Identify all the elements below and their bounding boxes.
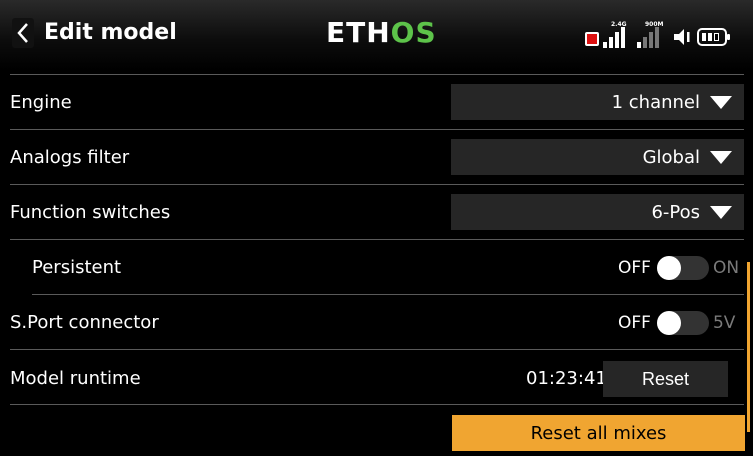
function-switches-label: Function switches (10, 202, 171, 223)
speaker-icon (674, 29, 690, 45)
engine-dropdown[interactable]: 1 channel (451, 84, 744, 120)
divider (10, 239, 744, 240)
function-switches-value: 6-Pos (651, 201, 700, 223)
toggle-on-label: ON (712, 258, 740, 278)
analogs-filter-label: Analogs filter (10, 147, 130, 168)
header-bar: Edit model ETHOS 2.4G 900M (0, 0, 753, 70)
toggle-knob[interactable] (656, 311, 681, 335)
toggle-track[interactable] (656, 256, 709, 280)
dropdown-arrow-icon (710, 150, 732, 164)
persistent-toggle[interactable]: OFF ON (618, 255, 739, 281)
signal-2g4-icon: 2.4G (603, 21, 633, 48)
toggle-on-label: 5V (712, 313, 736, 333)
signal-900m-icon: 900M (637, 21, 667, 48)
scrollbar[interactable] (747, 262, 750, 432)
function-switches-dropdown[interactable]: 6-Pos (451, 194, 744, 230)
toggle-off-label: OFF (618, 258, 651, 278)
analogs-filter-value: Global (642, 146, 700, 168)
toggle-off-label: OFF (618, 313, 651, 333)
divider (10, 74, 744, 75)
dropdown-arrow-icon (710, 205, 732, 219)
divider (10, 184, 744, 185)
page-title: Edit model (44, 20, 177, 45)
sport-connector-label: S.Port connector (10, 312, 159, 333)
analogs-filter-dropdown[interactable]: Global (451, 139, 744, 175)
model-runtime-label: Model runtime (10, 368, 141, 389)
engine-value: 1 channel (611, 91, 700, 113)
persistent-label: Persistent (32, 257, 122, 278)
back-chevron-icon[interactable] (12, 18, 34, 48)
reset-all-mixes-button[interactable]: Reset all mixes (452, 415, 745, 451)
status-bar: 2.4G 900M (585, 21, 730, 48)
divider (10, 404, 744, 405)
battery-icon (697, 28, 730, 46)
record-icon (585, 32, 599, 46)
divider (10, 349, 744, 350)
divider (32, 294, 744, 295)
engine-label: Engine (10, 92, 72, 113)
toggle-track[interactable] (656, 311, 709, 335)
dropdown-arrow-icon (710, 95, 732, 109)
reset-runtime-button[interactable]: Reset (603, 361, 728, 397)
model-runtime-value: 01:23:41 (526, 368, 607, 389)
sport-connector-toggle[interactable]: OFF 5V (618, 310, 735, 336)
divider (10, 129, 744, 130)
ethos-logo: ETHOS (326, 16, 437, 49)
toggle-knob[interactable] (656, 256, 681, 280)
